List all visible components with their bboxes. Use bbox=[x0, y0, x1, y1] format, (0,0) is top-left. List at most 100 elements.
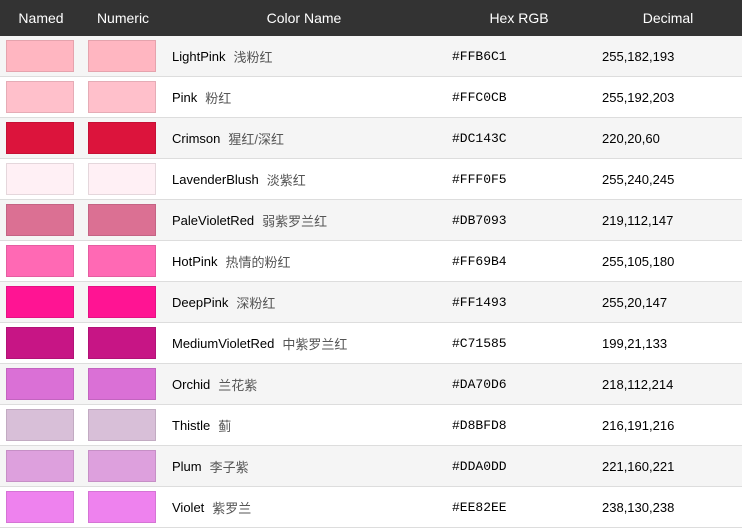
named-swatch bbox=[6, 40, 74, 72]
named-swatch-cell bbox=[0, 487, 82, 528]
color-name-cell: HotPink热情的粉红 bbox=[164, 241, 444, 282]
color-name-cell: Pink 粉红 bbox=[164, 77, 444, 118]
color-name-cell: Orchid 兰花紫 bbox=[164, 364, 444, 405]
named-swatch-cell bbox=[0, 77, 82, 118]
color-name-en: Pink bbox=[172, 90, 197, 105]
color-name-cell: LavenderBlush淡紫红 bbox=[164, 159, 444, 200]
named-swatch bbox=[6, 409, 74, 441]
hex-value: #FFB6C1 bbox=[444, 36, 594, 77]
named-swatch bbox=[6, 163, 74, 195]
color-name-cell: PaleVioletRed 弱紫罗兰红 bbox=[164, 200, 444, 241]
numeric-swatch bbox=[88, 450, 156, 482]
named-swatch bbox=[6, 122, 74, 154]
decimal-value: 220,20,60 bbox=[594, 118, 742, 159]
hex-value: #DC143C bbox=[444, 118, 594, 159]
table-row: Thistle 蓟 #D8BFD8216,191,216 bbox=[0, 405, 742, 446]
color-name-zh: 淡紫红 bbox=[267, 170, 306, 189]
table-row: HotPink热情的粉红#FF69B4255,105,180 bbox=[0, 241, 742, 282]
numeric-swatch bbox=[88, 122, 156, 154]
named-swatch bbox=[6, 491, 74, 523]
named-swatch bbox=[6, 327, 74, 359]
decimal-value: 255,20,147 bbox=[594, 282, 742, 323]
color-name-en: DeepPink bbox=[172, 295, 228, 310]
hex-value: #FFF0F5 bbox=[444, 159, 594, 200]
numeric-swatch-cell bbox=[82, 282, 164, 323]
named-swatch-cell bbox=[0, 364, 82, 405]
color-table-wrapper: Named Numeric Color Name Hex RGB Decimal… bbox=[0, 0, 742, 528]
header-hexrgb: Hex RGB bbox=[444, 0, 594, 36]
color-name-en: MediumVioletRed bbox=[172, 336, 274, 351]
named-swatch-cell bbox=[0, 282, 82, 323]
table-row: Crimson 猩红/深红 #DC143C220,20,60 bbox=[0, 118, 742, 159]
color-table: Named Numeric Color Name Hex RGB Decimal… bbox=[0, 0, 742, 528]
decimal-value: 199,21,133 bbox=[594, 323, 742, 364]
color-name-en: LightPink bbox=[172, 49, 225, 64]
numeric-swatch-cell bbox=[82, 36, 164, 77]
numeric-swatch-cell bbox=[82, 405, 164, 446]
named-swatch-cell bbox=[0, 241, 82, 282]
numeric-swatch bbox=[88, 245, 156, 277]
table-row: LightPink浅粉红#FFB6C1255,182,193 bbox=[0, 36, 742, 77]
color-name-cell: MediumVioletRed中紫罗兰红 bbox=[164, 323, 444, 364]
named-swatch bbox=[6, 368, 74, 400]
numeric-swatch bbox=[88, 286, 156, 318]
numeric-swatch bbox=[88, 163, 156, 195]
hex-value: #FF1493 bbox=[444, 282, 594, 323]
decimal-value: 219,112,147 bbox=[594, 200, 742, 241]
hex-value: #FFC0CB bbox=[444, 77, 594, 118]
named-swatch bbox=[6, 450, 74, 482]
decimal-value: 216,191,216 bbox=[594, 405, 742, 446]
decimal-value: 218,112,214 bbox=[594, 364, 742, 405]
header-decimal: Decimal bbox=[594, 0, 742, 36]
decimal-value: 255,105,180 bbox=[594, 241, 742, 282]
color-name-zh: 兰花紫 bbox=[218, 375, 257, 394]
color-name-zh: 李子紫 bbox=[210, 457, 249, 476]
numeric-swatch bbox=[88, 368, 156, 400]
header-colorname: Color Name bbox=[164, 0, 444, 36]
color-name-en: Crimson bbox=[172, 131, 220, 146]
color-name-zh: 热情的粉红 bbox=[226, 252, 291, 271]
header-named: Named bbox=[0, 0, 82, 36]
color-name-zh: 深粉红 bbox=[236, 293, 275, 312]
numeric-swatch-cell bbox=[82, 241, 164, 282]
table-row: Violet 紫罗兰 #EE82EE238,130,238 bbox=[0, 487, 742, 528]
color-name-cell: Crimson 猩红/深红 bbox=[164, 118, 444, 159]
header-numeric: Numeric bbox=[82, 0, 164, 36]
named-swatch bbox=[6, 245, 74, 277]
color-name-zh: 猩红/深红 bbox=[228, 129, 284, 148]
decimal-value: 221,160,221 bbox=[594, 446, 742, 487]
hex-value: #DB7093 bbox=[444, 200, 594, 241]
table-row: DeepPink 深粉红 #FF1493255,20,147 bbox=[0, 282, 742, 323]
named-swatch-cell bbox=[0, 405, 82, 446]
color-name-cell: LightPink浅粉红 bbox=[164, 36, 444, 77]
numeric-swatch-cell bbox=[82, 364, 164, 405]
named-swatch-cell bbox=[0, 159, 82, 200]
color-name-en: Orchid bbox=[172, 377, 210, 392]
hex-value: #D8BFD8 bbox=[444, 405, 594, 446]
numeric-swatch bbox=[88, 327, 156, 359]
hex-value: #EE82EE bbox=[444, 487, 594, 528]
color-name-cell: Thistle 蓟 bbox=[164, 405, 444, 446]
named-swatch bbox=[6, 286, 74, 318]
named-swatch-cell bbox=[0, 323, 82, 364]
numeric-swatch-cell bbox=[82, 487, 164, 528]
table-row: Orchid 兰花紫 #DA70D6218,112,214 bbox=[0, 364, 742, 405]
hex-value: #C71585 bbox=[444, 323, 594, 364]
color-name-zh: 弱紫罗兰红 bbox=[262, 211, 327, 230]
numeric-swatch bbox=[88, 81, 156, 113]
decimal-value: 238,130,238 bbox=[594, 487, 742, 528]
color-name-zh: 蓟 bbox=[218, 416, 231, 435]
color-name-en: PaleVioletRed bbox=[172, 213, 254, 228]
color-name-zh: 粉红 bbox=[205, 88, 231, 107]
named-swatch-cell bbox=[0, 118, 82, 159]
named-swatch-cell bbox=[0, 200, 82, 241]
numeric-swatch bbox=[88, 40, 156, 72]
hex-value: #DA70D6 bbox=[444, 364, 594, 405]
color-name-en: Thistle bbox=[172, 418, 210, 433]
decimal-value: 255,182,193 bbox=[594, 36, 742, 77]
numeric-swatch bbox=[88, 409, 156, 441]
numeric-swatch-cell bbox=[82, 323, 164, 364]
table-row: Pink粉红#FFC0CB255,192,203 bbox=[0, 77, 742, 118]
color-name-zh: 紫罗兰 bbox=[212, 498, 251, 517]
color-name-en: Violet bbox=[172, 500, 204, 515]
